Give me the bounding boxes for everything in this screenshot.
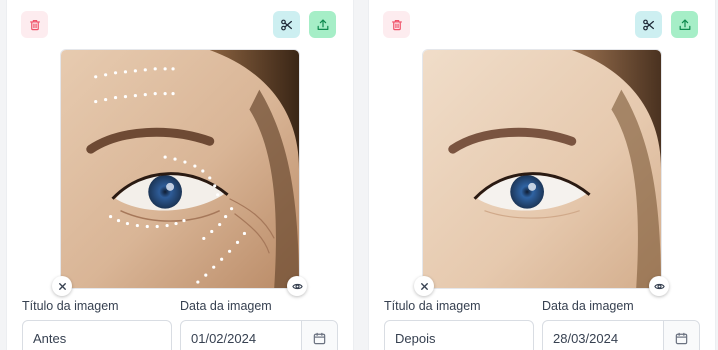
image-title-label: Título da imagem — [22, 299, 119, 313]
date-picker-button[interactable] — [301, 321, 337, 350]
preview-photo-button[interactable] — [287, 276, 307, 296]
delete-image-button[interactable] — [383, 11, 410, 38]
eye-icon — [653, 283, 665, 289]
image-title-input[interactable]: Depois — [384, 320, 534, 350]
image-card-after: Título da imagem Data da imagem Depois 2… — [368, 0, 716, 350]
upload-icon — [679, 18, 690, 30]
crop-image-button[interactable] — [273, 11, 300, 38]
image-date-input[interactable]: 28/03/2024 — [542, 320, 700, 350]
trash-icon — [391, 19, 402, 30]
calendar-icon — [313, 332, 326, 344]
scissors-icon — [642, 19, 654, 30]
scissors-icon — [280, 19, 292, 30]
date-picker-button[interactable] — [663, 321, 699, 350]
upload-icon — [317, 18, 328, 30]
preview-photo-button[interactable] — [649, 276, 669, 296]
crop-image-button[interactable] — [635, 11, 662, 38]
image-title-value: Depois — [395, 330, 436, 346]
calendar-icon — [675, 332, 688, 344]
upload-image-button[interactable] — [309, 11, 336, 38]
trash-icon — [29, 19, 40, 30]
remove-photo-button[interactable] — [52, 276, 72, 296]
image-title-value: Antes — [33, 330, 67, 346]
close-icon — [420, 282, 428, 290]
eye-icon — [291, 283, 303, 289]
upload-image-button[interactable] — [671, 11, 698, 38]
before-photo — [60, 49, 300, 289]
before-after-editor: Título da imagem Data da imagem Antes 01… — [0, 0, 718, 350]
image-date-label: Data da imagem — [180, 299, 272, 313]
image-title-input[interactable]: Antes — [22, 320, 172, 350]
image-date-value: 28/03/2024 — [553, 330, 619, 346]
image-date-input[interactable]: 01/02/2024 — [180, 320, 338, 350]
image-date-label: Data da imagem — [542, 299, 634, 313]
close-icon — [58, 282, 66, 290]
image-card-before: Título da imagem Data da imagem Antes 01… — [6, 0, 354, 350]
image-title-label: Título da imagem — [384, 299, 481, 313]
image-date-value: 01/02/2024 — [191, 330, 257, 346]
after-photo — [422, 49, 662, 289]
delete-image-button[interactable] — [21, 11, 48, 38]
remove-photo-button[interactable] — [414, 276, 434, 296]
